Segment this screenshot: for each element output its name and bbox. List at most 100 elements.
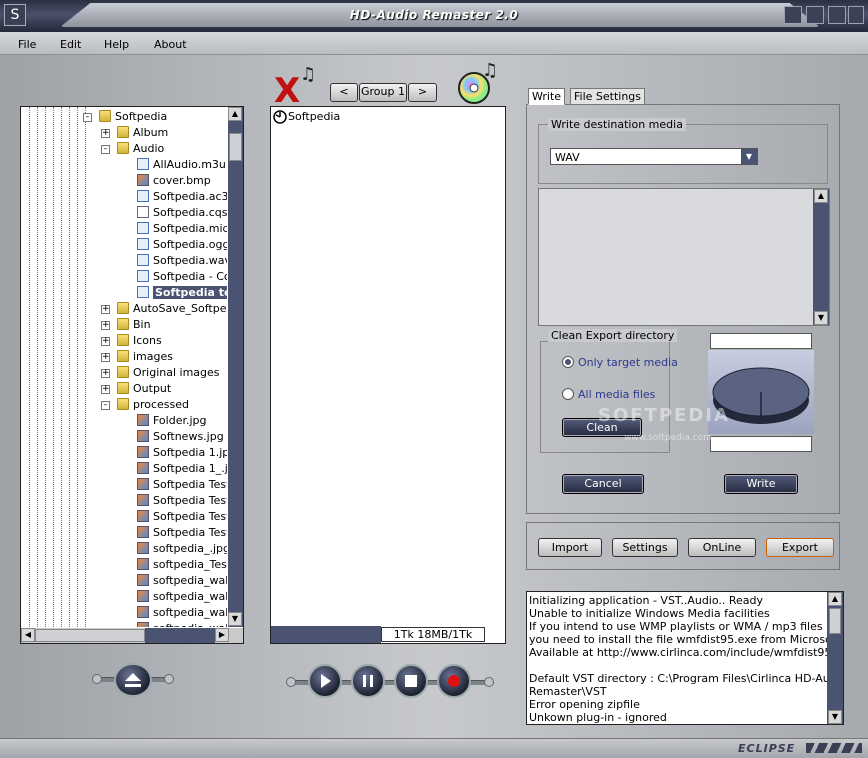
tree-item[interactable]: cover.bmp <box>137 173 211 189</box>
stop-button[interactable] <box>394 664 428 698</box>
menu-help[interactable]: Help <box>104 38 129 51</box>
cancel-button[interactable]: Cancel <box>562 474 644 494</box>
menu-about[interactable]: About <box>154 38 187 51</box>
tree-vscrollbar[interactable]: ▲ ▼ <box>228 107 243 627</box>
expand-icon[interactable]: + <box>101 305 110 314</box>
scroll-down-icon[interactable]: ▼ <box>228 612 242 626</box>
all-media-label[interactable]: All media files <box>578 388 655 401</box>
folder-tree[interactable]: - Softpedia + Album - Audio AllAudio.m3u cover.… <box>20 106 244 644</box>
expand-icon[interactable]: + <box>101 353 110 362</box>
only-target-label[interactable]: Only target media <box>578 356 678 369</box>
write-button[interactable]: Write <box>724 474 798 494</box>
chevron-down-icon[interactable]: ▼ <box>741 149 757 164</box>
tree-item[interactable]: + Bin <box>101 317 151 333</box>
log-pane[interactable]: Initializing application - VST..Audio.. … <box>526 591 844 725</box>
scroll-down-icon[interactable]: ▼ <box>828 710 842 724</box>
eject-button[interactable] <box>114 663 152 697</box>
tree-item[interactable]: Softpedia.mid <box>137 221 227 237</box>
tree-item[interactable]: Softpedia 1_.jp <box>137 461 227 477</box>
menu-edit[interactable]: Edit <box>60 38 81 51</box>
scroll-left-icon[interactable]: ◀ <box>21 628 35 642</box>
tree-item[interactable]: Softpedia Test <box>137 493 227 509</box>
group-label[interactable]: Group 1 <box>359 83 407 102</box>
tree-item[interactable]: Softpedia Test <box>137 525 227 541</box>
tree-item[interactable]: Softpedia.ogg <box>137 237 227 253</box>
tree-item[interactable]: Softpedia tes <box>137 285 227 301</box>
tree-item[interactable]: softpedia_wallp <box>137 589 227 605</box>
maximize-icon[interactable] <box>828 6 846 24</box>
tree-item[interactable]: Softpedia.cqs <box>137 205 227 221</box>
tree-item[interactable]: + images <box>101 349 173 365</box>
tree-item[interactable]: softpedia_Test <box>137 557 227 573</box>
scroll-down-icon[interactable]: ▼ <box>814 311 828 325</box>
minimize-icon[interactable] <box>784 6 802 24</box>
tree-item[interactable]: - Audio <box>101 141 164 157</box>
tree-item[interactable]: Softpedia Test <box>137 477 227 493</box>
tree-hscroll-thumb[interactable] <box>35 629 145 642</box>
import-button[interactable]: Import <box>538 538 602 557</box>
expand-icon[interactable]: + <box>101 129 110 138</box>
file-icon <box>137 206 149 218</box>
log-vscrollbar[interactable]: ▲ ▼ <box>827 592 843 724</box>
tree-item[interactable]: Softpedia Test <box>137 509 227 525</box>
scroll-up-icon[interactable]: ▲ <box>814 189 828 203</box>
collapse-icon[interactable]: - <box>101 145 110 154</box>
media-vscrollbar[interactable]: ▲ ▼ <box>813 189 829 325</box>
tree-item[interactable]: + AutoSave_Softped <box>101 301 227 317</box>
footer-brand: ECLIPSE <box>738 742 796 755</box>
tree-scroll-thumb[interactable] <box>229 133 242 161</box>
online-button[interactable]: OnLine <box>688 538 756 557</box>
scroll-right-icon[interactable]: ▶ <box>215 628 229 642</box>
tree-hscrollbar[interactable]: ◀ ▶ <box>21 628 243 643</box>
media-list[interactable]: ▲ ▼ <box>538 188 830 326</box>
scroll-up-icon[interactable]: ▲ <box>828 592 842 606</box>
tree-item[interactable]: softpedia_wallp <box>137 605 227 621</box>
export-button[interactable]: Export <box>766 538 834 557</box>
tree-item[interactable]: Softnews.jpg <box>137 429 224 445</box>
tab-file-settings[interactable]: File Settings <box>570 88 646 105</box>
menu-file[interactable]: File <box>18 38 36 51</box>
restore-icon[interactable] <box>806 6 824 24</box>
tree-item-label: softpedia_wall <box>153 622 227 627</box>
tree-item[interactable]: + Icons <box>101 333 162 349</box>
tree-item[interactable]: AllAudio.m3u <box>137 157 226 173</box>
tree-item[interactable]: + Original images <box>101 365 220 381</box>
tree-item[interactable]: + Output <box>101 381 171 397</box>
track-item[interactable]: Softpedia <box>288 110 340 123</box>
group-prev-button[interactable]: < <box>330 83 358 102</box>
tree-item[interactable]: Folder.jpg <box>137 413 207 429</box>
tree-item[interactable]: Softpedia.ac3 <box>137 189 227 205</box>
expand-icon[interactable]: + <box>101 321 110 330</box>
close-icon[interactable] <box>848 6 864 24</box>
play-button[interactable] <box>308 664 342 698</box>
destination-select[interactable]: WAV ▼ <box>550 148 758 165</box>
pause-button[interactable] <box>351 664 385 698</box>
tab-write[interactable]: Write <box>528 88 566 105</box>
radio-only-target[interactable] <box>562 356 574 368</box>
tree-item[interactable]: Softpedia.wav <box>137 253 227 269</box>
settings-button[interactable]: Settings <box>612 538 678 557</box>
record-button[interactable] <box>437 664 471 698</box>
tree-item[interactable]: Softpedia - Cop <box>137 269 227 285</box>
log-scroll-thumb[interactable] <box>829 608 841 634</box>
tree-item[interactable]: Softpedia 1.jpg <box>137 445 227 461</box>
scroll-up-icon[interactable]: ▲ <box>228 107 242 121</box>
tree-item[interactable]: + Album <box>101 125 168 141</box>
menu-bar: File Edit Help About <box>0 32 868 55</box>
image-file-icon <box>137 542 149 554</box>
expand-icon[interactable]: + <box>101 369 110 378</box>
tree-item[interactable]: softpedia_wallp <box>137 573 227 589</box>
cd-icon[interactable]: ♫ <box>456 58 504 106</box>
track-list[interactable]: Softpedia 1Tk 18MB/1Tk <box>270 106 506 644</box>
collapse-icon[interactable]: - <box>101 401 110 410</box>
tree-item[interactable]: softpedia_wall <box>137 621 227 627</box>
expand-icon[interactable]: + <box>101 337 110 346</box>
tree-item[interactable]: - Softpedia <box>83 109 167 125</box>
tree-item[interactable]: - processed <box>101 397 189 413</box>
tree-item[interactable]: softpedia_.jpg <box>137 541 227 557</box>
radio-all-media[interactable] <box>562 388 574 400</box>
group-next-button[interactable]: > <box>408 83 437 102</box>
remove-track-icon[interactable]: X ♫ <box>272 58 324 106</box>
collapse-icon[interactable]: - <box>83 113 92 122</box>
expand-icon[interactable]: + <box>101 385 110 394</box>
